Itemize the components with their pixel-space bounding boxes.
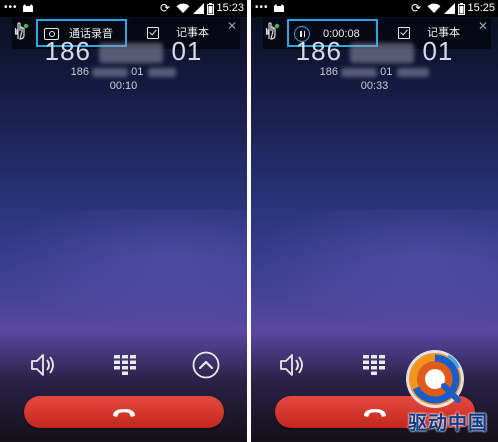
call-duration: 00:33 <box>360 80 389 92</box>
watermark-logo <box>406 350 464 408</box>
speaker-icon[interactable] <box>28 350 58 380</box>
blurred-digits <box>350 43 415 64</box>
status-bar: ••• ⟳ 15:23 <box>0 0 247 17</box>
blurred-digits <box>92 67 129 77</box>
speaker-icon[interactable] <box>277 350 307 380</box>
blurred-location <box>397 67 430 77</box>
end-call-button[interactable] <box>24 396 224 428</box>
close-icon[interactable]: ✕ <box>477 20 489 32</box>
notification-dots: ••• <box>4 2 18 13</box>
call-controls <box>0 342 247 388</box>
caller-number-large: 186 01 <box>44 36 203 66</box>
signal-icon <box>193 3 204 14</box>
call-duration: 00:10 <box>109 80 138 92</box>
caller-number-small: 186 01 <box>251 66 498 78</box>
battery-icon <box>458 3 465 15</box>
caller-number-small: 186 01 <box>0 66 247 78</box>
caller-number-large: 186 01 <box>295 36 454 66</box>
dialpad-icon[interactable] <box>359 350 389 380</box>
close-icon[interactable]: ✕ <box>226 20 238 32</box>
blurred-digits <box>99 43 164 64</box>
blurred-digits <box>341 67 378 77</box>
wifi-icon <box>176 3 190 13</box>
chevron-up-icon[interactable] <box>191 350 221 380</box>
status-clock: 15:23 <box>216 2 244 14</box>
blurred-location <box>148 67 177 77</box>
signal-icon <box>444 3 455 14</box>
call-screen-left: ••• ⟳ 15:23 通话录音 记事本 ✕ 186 01 186 01 00:… <box>0 0 247 442</box>
battery-icon <box>207 3 214 15</box>
android-notification-icon <box>23 4 33 12</box>
notification-dots: ••• <box>255 2 269 13</box>
hang-up-icon <box>364 409 386 417</box>
watermark-text: 驱动中国 <box>407 413 488 434</box>
dialpad-icon[interactable] <box>110 350 140 380</box>
android-notification-icon <box>274 4 284 12</box>
hang-up-icon <box>113 409 135 417</box>
watermark: 驱动中国 <box>398 348 498 442</box>
status-clock: 15:25 <box>467 2 495 14</box>
sync-icon: ⟳ <box>411 1 422 15</box>
sync-icon: ⟳ <box>160 1 171 15</box>
wifi-icon <box>427 3 441 13</box>
status-bar: ••• ⟳ 15:25 <box>251 0 498 17</box>
